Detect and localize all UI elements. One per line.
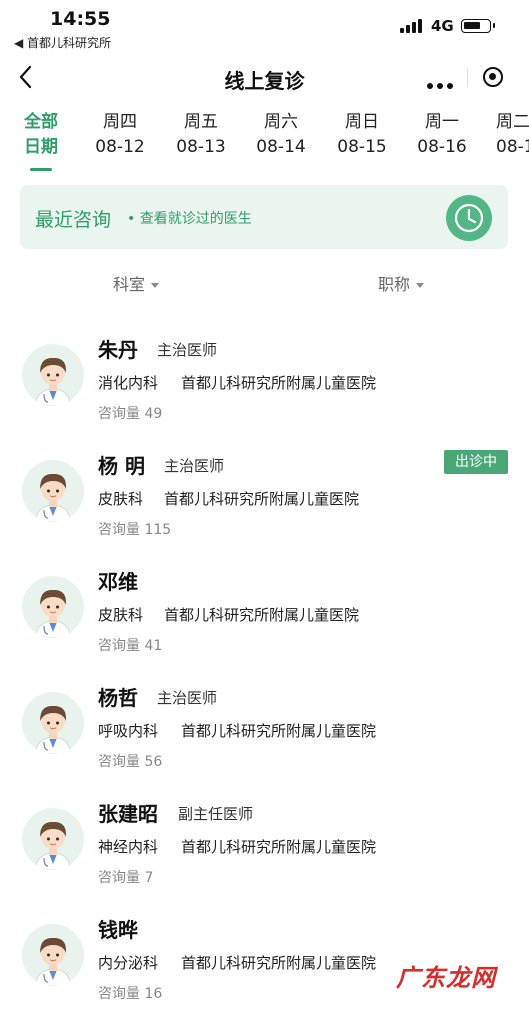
- doctor-card[interactable]: 朱丹 主治医师 消化内科 首都儿科研究所附属儿童医院 咨询量 49: [0, 334, 529, 444]
- doctor-department: 皮肤科: [98, 606, 144, 624]
- caret-down-icon: [151, 283, 160, 288]
- active-tab-indicator: [30, 168, 52, 171]
- consultation-volume: 咨询量 115: [98, 522, 172, 538]
- tab-label-top: 周一: [425, 112, 459, 132]
- status-time: 14:55: [50, 8, 111, 30]
- clock-icon: [446, 195, 492, 241]
- tab-label-bottom: 08-13: [176, 137, 226, 157]
- doctor-department: 神经内科: [98, 838, 159, 856]
- doctor-name: 钱晔: [98, 918, 138, 942]
- tab-date-0817[interactable]: 周二 08-17: [483, 110, 529, 160]
- recent-subtitle: • 查看就诊过的医生: [127, 211, 252, 227]
- consultation-volume: 咨询量 49: [98, 406, 163, 422]
- back-to-app-link[interactable]: ◀ 首都儿科研究所: [14, 34, 111, 51]
- tab-label-top: 周六: [264, 112, 298, 132]
- watermark: 广东龙网: [396, 964, 496, 992]
- doctor-avatar-icon: [22, 344, 84, 406]
- doctor-department: 消化内科: [98, 374, 159, 392]
- status-badge: 出诊中: [444, 450, 508, 474]
- tab-label-bottom: 08-12: [95, 137, 145, 157]
- tab-all-dates[interactable]: 全部 日期: [1, 110, 81, 160]
- doctor-hospital: 首都儿科研究所附属儿童医院: [164, 606, 360, 624]
- tab-label-top: 周日: [345, 112, 379, 132]
- tab-label-bottom: 08-14: [256, 137, 306, 157]
- doctor-department: 内分泌科: [98, 954, 159, 972]
- doctor-hospital: 首都儿科研究所附属儿童医院: [181, 722, 377, 740]
- doctor-department: 呼吸内科: [98, 722, 159, 740]
- doctor-title: 主治医师: [157, 341, 218, 359]
- doctor-title: 主治医师: [157, 689, 218, 707]
- close-target-icon[interactable]: [483, 67, 503, 87]
- tab-label-top: 周二: [496, 112, 529, 132]
- tab-label-bottom: 08-16: [417, 137, 467, 157]
- doctor-hospital: 首都儿科研究所附属儿童医院: [181, 954, 377, 972]
- doctor-title: 主治医师: [164, 457, 225, 475]
- doctor-name: 邓维: [98, 570, 138, 594]
- doctor-title: 副主任医师: [178, 805, 254, 823]
- consultation-volume: 咨询量 16: [98, 986, 163, 1002]
- department-filter-label: 科室: [113, 275, 146, 294]
- department-filter[interactable]: 科室: [113, 271, 160, 295]
- doctor-avatar-icon: [22, 808, 84, 870]
- doctor-name: 张建昭: [98, 802, 158, 826]
- nav-bar: 线上复诊: [0, 52, 529, 104]
- tab-date-0812[interactable]: 周四 08-12: [80, 110, 160, 160]
- doctor-avatar-icon: [22, 460, 84, 522]
- doctor-avatar-icon: [22, 692, 84, 754]
- doctor-card[interactable]: 杨哲 主治医师 呼吸内科 首都儿科研究所附属儿童医院 咨询量 56: [0, 682, 529, 792]
- tab-label-top: 周五: [184, 112, 218, 132]
- tab-date-0813[interactable]: 周五 08-13: [161, 110, 241, 160]
- mini-program-capsule: [413, 59, 515, 95]
- caret-down-icon: [416, 283, 425, 288]
- tab-date-0815[interactable]: 周日 08-15: [322, 110, 402, 160]
- battery-icon: [461, 19, 495, 33]
- doctor-name: 朱丹: [98, 338, 138, 362]
- doctor-card[interactable]: 杨 明 主治医师 皮肤科 首都儿科研究所附属儿童医院 咨询量 115 出诊中: [0, 450, 529, 560]
- more-dots-icon[interactable]: [427, 74, 457, 93]
- tab-date-0816[interactable]: 周一 08-16: [402, 110, 482, 160]
- recent-title: 最近咨询: [35, 209, 112, 231]
- tab-label-bottom: 08-15: [337, 137, 387, 157]
- doctor-avatar-icon: [22, 576, 84, 638]
- doctor-department: 皮肤科: [98, 490, 144, 508]
- tab-date-0814[interactable]: 周六 08-14: [241, 110, 321, 160]
- consultation-volume: 咨询量 41: [98, 638, 163, 654]
- doctor-hospital: 首都儿科研究所附属儿童医院: [181, 374, 377, 392]
- signal-icon: [400, 19, 424, 33]
- capsule-divider: [467, 69, 468, 87]
- consultation-volume: 咨询量 56: [98, 754, 163, 770]
- tab-label-bottom: 08-17: [496, 137, 529, 157]
- date-tabs: 全部 日期 周四 08-12 周五 08-13 周六 08-14 周日 08-1…: [0, 110, 529, 178]
- tab-label-top: 周四: [103, 112, 137, 132]
- doctor-name: 杨 明: [98, 454, 145, 478]
- tab-label-bottom: 日期: [24, 137, 58, 157]
- consultation-volume: 咨询量 7: [98, 870, 154, 886]
- title-filter[interactable]: 职称: [378, 271, 425, 295]
- doctor-name: 杨哲: [98, 686, 138, 710]
- doctor-card[interactable]: 张建昭 副主任医师 神经内科 首都儿科研究所附属儿童医院 咨询量 7: [0, 798, 529, 908]
- recent-consultation-banner[interactable]: 最近咨询 • 查看就诊过的医生: [20, 185, 508, 249]
- status-bar: 14:55 ◀ 首都儿科研究所 4G: [0, 0, 529, 52]
- tab-label-top: 全部: [24, 112, 58, 132]
- title-filter-label: 职称: [378, 275, 411, 294]
- doctor-hospital: 首都儿科研究所附属儿童医院: [181, 838, 377, 856]
- doctor-card[interactable]: 邓维 皮肤科 首都儿科研究所附属儿童医院 咨询量 41: [0, 566, 529, 676]
- doctor-hospital: 首都儿科研究所附属儿童医院: [164, 490, 360, 508]
- doctor-avatar-icon: [22, 924, 84, 986]
- network-label: 4G: [431, 17, 454, 35]
